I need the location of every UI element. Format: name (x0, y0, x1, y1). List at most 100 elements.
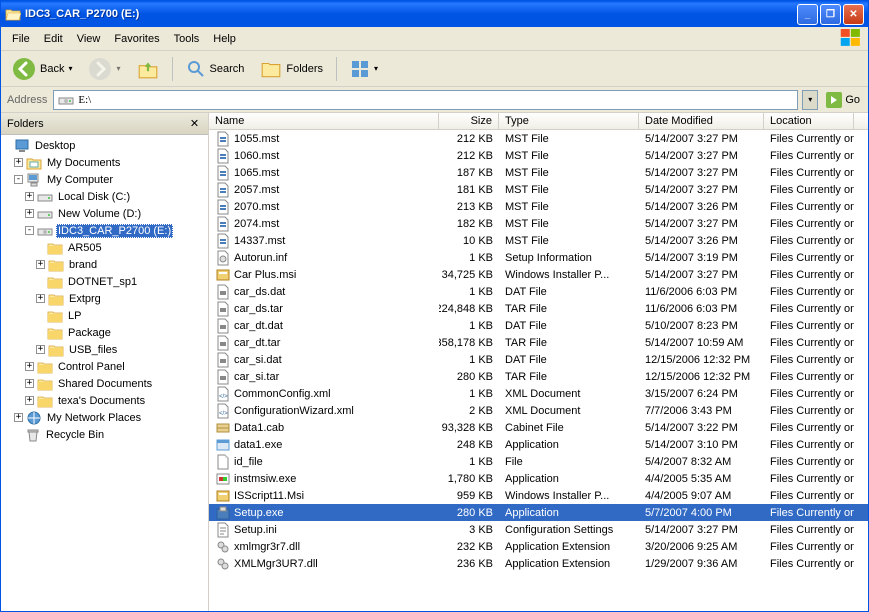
tree-item[interactable]: -IDC3_CAR_P2700 (E:) (3, 222, 206, 239)
menu-edit[interactable]: Edit (37, 30, 70, 48)
tree-expander[interactable]: + (36, 260, 45, 269)
file-type-cell: Windows Installer P... (499, 490, 639, 502)
tree-item[interactable]: Desktop (3, 137, 206, 154)
column-location[interactable]: Location (764, 113, 854, 129)
address-dropdown[interactable]: ▾ (802, 90, 818, 110)
tree-expander[interactable]: + (25, 396, 34, 405)
file-row[interactable]: instmsiw.exe1,780 KBApplication4/4/2005 … (209, 470, 868, 487)
file-list-body[interactable]: 1055.mst212 KBMST File5/14/2007 3:27 PMF… (209, 130, 868, 611)
column-date[interactable]: Date Modified (639, 113, 764, 129)
file-name-cell: 1065.mst (209, 165, 439, 181)
file-row[interactable]: car_si.dat1 KBDAT File12/15/2006 12:32 P… (209, 351, 868, 368)
tree-expander[interactable]: + (25, 379, 34, 388)
file-type-cell: Windows Installer P... (499, 269, 639, 281)
file-row[interactable]: car_si.tar280 KBTAR File12/15/2006 12:32… (209, 368, 868, 385)
tree-expander[interactable]: + (25, 362, 34, 371)
file-date-cell: 5/14/2007 3:26 PM (639, 235, 764, 247)
file-row[interactable]: ConfigurationWizard.xml2 KBXML Document7… (209, 402, 868, 419)
tree-item[interactable]: +Local Disk (C:) (3, 188, 206, 205)
tree-item[interactable]: +My Documents (3, 154, 206, 171)
tree-item[interactable]: +Control Panel (3, 358, 206, 375)
tree-expander[interactable]: + (25, 209, 34, 218)
tree-item[interactable]: +Shared Documents (3, 375, 206, 392)
up-button[interactable] (130, 54, 166, 84)
menu-view[interactable]: View (70, 30, 108, 48)
window-icon (5, 6, 21, 22)
tree-expander[interactable]: - (14, 175, 23, 184)
file-row[interactable]: Setup.ini3 KBConfiguration Settings5/14/… (209, 521, 868, 538)
file-row[interactable]: CommonConfig.xml1 KBXML Document3/15/200… (209, 385, 868, 402)
column-headers: Name Size Type Date Modified Location (209, 113, 868, 130)
tree-item[interactable]: DOTNET_sp1 (3, 273, 206, 290)
close-button[interactable]: ✕ (843, 4, 864, 25)
search-button[interactable]: Search (179, 55, 252, 83)
menu-file[interactable]: File (5, 30, 37, 48)
go-button[interactable]: Go (822, 90, 864, 110)
tree-item[interactable]: Package (3, 324, 206, 341)
file-location-cell: Files Currently on t... (764, 388, 854, 400)
tree-expander[interactable]: + (36, 294, 45, 303)
file-row[interactable]: 1060.mst212 KBMST File5/14/2007 3:27 PMF… (209, 147, 868, 164)
menu-tools[interactable]: Tools (167, 30, 207, 48)
column-type[interactable]: Type (499, 113, 639, 129)
tree-expander[interactable]: + (36, 345, 45, 354)
tree-item[interactable]: +New Volume (D:) (3, 205, 206, 222)
tree-item[interactable]: +texa's Documents (3, 392, 206, 409)
file-row[interactable]: ISScript11.Msi959 KBWindows Installer P.… (209, 487, 868, 504)
forward-button[interactable]: ▾ (81, 53, 127, 85)
back-button[interactable]: Back ▾ (5, 53, 79, 85)
tree-expander[interactable]: + (14, 158, 23, 167)
file-row[interactable]: car_dt.tar358,178 KBTAR File5/14/2007 10… (209, 334, 868, 351)
file-name-cell: Setup.ini (209, 522, 439, 538)
file-row[interactable]: Car Plus.msi34,725 KBWindows Installer P… (209, 266, 868, 283)
column-name[interactable]: Name (209, 113, 439, 129)
tree-item[interactable]: +USB_files (3, 341, 206, 358)
file-row[interactable]: 2070.mst213 KBMST File5/14/2007 3:26 PMF… (209, 198, 868, 215)
tree-item[interactable]: AR505 (3, 239, 206, 256)
tree-item[interactable]: Recycle Bin (3, 426, 206, 443)
tree-label: My Network Places (45, 412, 143, 424)
file-row[interactable]: 1055.mst212 KBMST File5/14/2007 3:27 PMF… (209, 130, 868, 147)
maximize-button[interactable]: ❐ (820, 4, 841, 25)
mydocs-icon (26, 155, 42, 171)
sidebar-close-button[interactable]: ✕ (187, 116, 202, 131)
folders-button[interactable]: Folders (253, 54, 330, 84)
file-row[interactable]: car_dt.dat1 KBDAT File5/10/2007 8:23 PMF… (209, 317, 868, 334)
file-row[interactable]: car_ds.tar224,848 KBTAR File11/6/2006 6:… (209, 300, 868, 317)
back-icon (12, 57, 36, 81)
tree-expander[interactable]: + (14, 413, 23, 422)
file-row[interactable]: id_file1 KBFile5/4/2007 8:32 AMFiles Cur… (209, 453, 868, 470)
file-icon (215, 250, 231, 266)
address-input-wrapper[interactable] (53, 90, 798, 110)
address-input[interactable] (78, 94, 793, 106)
file-row[interactable]: 2074.mst182 KBMST File5/14/2007 3:27 PMF… (209, 215, 868, 232)
file-size-cell: 212 KB (439, 150, 499, 162)
file-row[interactable]: 1065.mst187 KBMST File5/14/2007 3:27 PMF… (209, 164, 868, 181)
tree-expander[interactable]: - (25, 226, 34, 235)
menu-help[interactable]: Help (206, 30, 243, 48)
minimize-button[interactable]: _ (797, 4, 818, 25)
views-button[interactable]: ▾ (343, 55, 385, 83)
file-row[interactable]: 2057.mst181 KBMST File5/14/2007 3:27 PMF… (209, 181, 868, 198)
file-location-cell: Files Currently on t... (764, 150, 854, 162)
file-row[interactable]: xmlmgr3r7.dll232 KBApplication Extension… (209, 538, 868, 555)
tree-item[interactable]: LP (3, 307, 206, 324)
file-icon (215, 352, 231, 368)
tree-item[interactable]: -My Computer (3, 171, 206, 188)
tree-item[interactable]: + My Network Places (3, 409, 206, 426)
file-row[interactable]: Data1.cab93,328 KBCabinet File5/14/2007 … (209, 419, 868, 436)
column-size[interactable]: Size (439, 113, 499, 129)
tree-item[interactable]: +Extprg (3, 290, 206, 307)
menu-favorites[interactable]: Favorites (107, 30, 166, 48)
folder-tree[interactable]: Desktop+My Documents-My Computer+Local D… (1, 135, 208, 611)
file-row[interactable]: data1.exe248 KBApplication5/14/2007 3:10… (209, 436, 868, 453)
file-name-cell: xmlmgr3r7.dll (209, 539, 439, 555)
file-row[interactable]: XMLMgr3UR7.dll236 KBApplication Extensio… (209, 555, 868, 572)
file-row[interactable]: car_ds.dat1 KBDAT File11/6/2006 6:03 PMF… (209, 283, 868, 300)
file-row[interactable]: 14337.mst10 KBMST File5/14/2007 3:26 PMF… (209, 232, 868, 249)
file-row[interactable]: Setup.exe280 KBApplication5/7/2007 4:00 … (209, 504, 868, 521)
file-size-cell: 212 KB (439, 133, 499, 145)
file-row[interactable]: Autorun.inf1 KBSetup Information5/14/200… (209, 249, 868, 266)
tree-item[interactable]: +brand (3, 256, 206, 273)
tree-expander[interactable]: + (25, 192, 34, 201)
